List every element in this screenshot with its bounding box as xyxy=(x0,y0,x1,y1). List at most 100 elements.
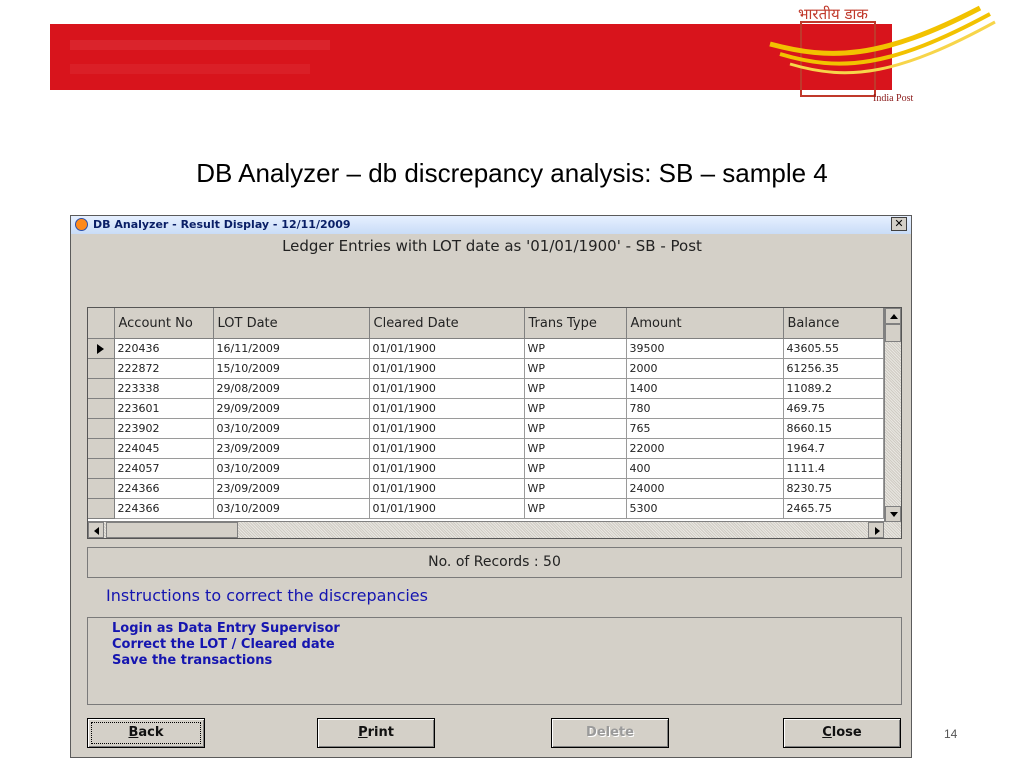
grid-cell-amount[interactable]: 765 xyxy=(626,418,784,439)
row-selector[interactable] xyxy=(88,398,115,419)
vertical-scroll-thumb[interactable] xyxy=(885,324,901,342)
delete-button[interactable]: Delete xyxy=(551,718,669,748)
grid-cell-balance[interactable]: 1964.7 xyxy=(783,438,884,459)
grid-cell-account[interactable]: 223902 xyxy=(114,418,214,439)
grid-cell-lot[interactable]: 29/09/2009 xyxy=(213,398,370,419)
vertical-scrollbar[interactable] xyxy=(884,308,901,522)
scroll-up-button[interactable] xyxy=(885,308,901,324)
grid-cell-lot[interactable]: 23/09/2009 xyxy=(213,438,370,459)
grid-cell-cleared[interactable]: 01/01/1900 xyxy=(369,498,525,519)
grid-header-row: Account No LOT Date Cleared Date Trans T… xyxy=(88,308,884,339)
grid-cell-amount[interactable]: 5300 xyxy=(626,498,784,519)
grid-cell-type[interactable]: WP xyxy=(524,438,627,459)
grid-cell-type[interactable]: WP xyxy=(524,378,627,399)
column-header[interactable]: Amount xyxy=(626,308,784,339)
grid-cell-account[interactable]: 220436 xyxy=(114,338,214,359)
close-mnemonic: C xyxy=(822,725,832,740)
grid-cell-amount[interactable]: 780 xyxy=(626,398,784,419)
grid-cell-type[interactable]: WP xyxy=(524,418,627,439)
table-row[interactable]: 220436 16/11/2009 01/01/1900 WP 39500 43605.5… xyxy=(88,338,884,359)
row-selector[interactable] xyxy=(88,498,115,519)
grid-cell-account[interactable]: 224366 xyxy=(114,498,214,519)
grid-cell-balance[interactable]: 8230.75 xyxy=(783,478,884,499)
table-row[interactable]: 224045 23/09/2009 01/01/1900 WP 22000 1964.7 xyxy=(88,438,884,459)
ledger-table: Account No LOT Date Cleared Date Trans T… xyxy=(88,308,884,519)
column-header[interactable]: Trans Type xyxy=(524,308,627,339)
grid-cell-cleared[interactable]: 01/01/1900 xyxy=(369,438,525,459)
row-selector[interactable] xyxy=(88,378,115,399)
grid-cell-account[interactable]: 224045 xyxy=(114,438,214,459)
banner-stripe xyxy=(70,40,330,50)
row-selector[interactable] xyxy=(88,478,115,499)
grid-cell-lot[interactable]: 03/10/2009 xyxy=(213,458,370,479)
grid-cell-amount[interactable]: 2000 xyxy=(626,358,784,379)
grid-cell-account[interactable]: 224366 xyxy=(114,478,214,499)
scroll-left-button[interactable] xyxy=(88,522,104,538)
grid-cell-amount[interactable]: 1400 xyxy=(626,378,784,399)
row-selector[interactable] xyxy=(88,418,115,439)
grid-cell-lot[interactable]: 29/08/2009 xyxy=(213,378,370,399)
scroll-right-button[interactable] xyxy=(868,522,884,538)
window-close-button[interactable]: ✕ xyxy=(891,217,907,231)
grid-cell-balance[interactable]: 8660.15 xyxy=(783,418,884,439)
back-button[interactable]: Back xyxy=(87,718,205,748)
grid-cell-balance[interactable]: 1111.4 xyxy=(783,458,884,479)
table-row[interactable]: 223902 03/10/2009 01/01/1900 WP 765 8660.15 xyxy=(88,418,884,439)
logo-hindi-text: भारतीय डाक xyxy=(798,5,868,23)
grid-cell-type[interactable]: WP xyxy=(524,398,627,419)
grid-cell-type[interactable]: WP xyxy=(524,498,627,519)
grid-cell-lot[interactable]: 23/09/2009 xyxy=(213,478,370,499)
table-row[interactable]: 224366 03/10/2009 01/01/1900 WP 5300 2465.75 xyxy=(88,498,884,519)
grid-cell-cleared[interactable]: 01/01/1900 xyxy=(369,338,525,359)
grid-cell-balance[interactable]: 11089.2 xyxy=(783,378,884,399)
grid-cell-balance[interactable]: 469.75 xyxy=(783,398,884,419)
grid-cell-balance[interactable]: 2465.75 xyxy=(783,498,884,519)
ledger-grid[interactable]: Account No LOT Date Cleared Date Trans T… xyxy=(87,307,902,539)
grid-cell-cleared[interactable]: 01/01/1900 xyxy=(369,478,525,499)
column-header[interactable]: Balance xyxy=(783,308,884,339)
grid-cell-type[interactable]: WP xyxy=(524,478,627,499)
row-selector[interactable] xyxy=(88,458,115,479)
grid-cell-balance[interactable]: 43605.55 xyxy=(783,338,884,359)
table-row[interactable]: 223338 29/08/2009 01/01/1900 WP 1400 11089.2 xyxy=(88,378,884,399)
grid-cell-amount[interactable]: 24000 xyxy=(626,478,784,499)
current-row-pointer-icon xyxy=(97,343,104,354)
scroll-down-button[interactable] xyxy=(885,506,901,522)
grid-cell-cleared[interactable]: 01/01/1900 xyxy=(369,358,525,379)
grid-cell-lot[interactable]: 15/10/2009 xyxy=(213,358,370,379)
grid-cell-cleared[interactable]: 01/01/1900 xyxy=(369,458,525,479)
grid-cell-type[interactable]: WP xyxy=(524,338,627,359)
window-titlebar[interactable]: DB Analyzer - Result Display - 12/11/200… xyxy=(71,216,911,234)
grid-cell-account[interactable]: 223338 xyxy=(114,378,214,399)
grid-cell-cleared[interactable]: 01/01/1900 xyxy=(369,378,525,399)
row-selector[interactable] xyxy=(88,338,115,359)
table-row[interactable]: 224057 03/10/2009 01/01/1900 WP 400 1111.4 xyxy=(88,458,884,479)
grid-cell-cleared[interactable]: 01/01/1900 xyxy=(369,398,525,419)
close-button[interactable]: Close xyxy=(783,718,901,748)
grid-cell-lot[interactable]: 16/11/2009 xyxy=(213,338,370,359)
grid-cell-account[interactable]: 224057 xyxy=(114,458,214,479)
grid-cell-type[interactable]: WP xyxy=(524,458,627,479)
horizontal-scroll-thumb[interactable] xyxy=(106,522,238,538)
grid-cell-balance[interactable]: 61256.35 xyxy=(783,358,884,379)
grid-cell-lot[interactable]: 03/10/2009 xyxy=(213,498,370,519)
table-row[interactable]: 224366 23/09/2009 01/01/1900 WP 24000 8230.75 xyxy=(88,478,884,499)
table-row[interactable]: 222872 15/10/2009 01/01/1900 WP 2000 61256.35 xyxy=(88,358,884,379)
print-button[interactable]: Print xyxy=(317,718,435,748)
print-label: rint xyxy=(367,725,394,740)
table-row[interactable]: 223601 29/09/2009 01/01/1900 WP 780 469.75 xyxy=(88,398,884,419)
grid-cell-cleared[interactable]: 01/01/1900 xyxy=(369,418,525,439)
row-selector[interactable] xyxy=(88,358,115,379)
grid-cell-account[interactable]: 223601 xyxy=(114,398,214,419)
grid-cell-type[interactable]: WP xyxy=(524,358,627,379)
grid-cell-amount[interactable]: 400 xyxy=(626,458,784,479)
grid-cell-lot[interactable]: 03/10/2009 xyxy=(213,418,370,439)
grid-cell-account[interactable]: 222872 xyxy=(114,358,214,379)
grid-cell-amount[interactable]: 39500 xyxy=(626,338,784,359)
column-header[interactable]: LOT Date xyxy=(213,308,370,339)
column-header[interactable]: Account No xyxy=(114,308,214,339)
horizontal-scrollbar[interactable] xyxy=(88,521,901,538)
column-header[interactable]: Cleared Date xyxy=(369,308,525,339)
row-selector[interactable] xyxy=(88,438,115,459)
grid-cell-amount[interactable]: 22000 xyxy=(626,438,784,459)
